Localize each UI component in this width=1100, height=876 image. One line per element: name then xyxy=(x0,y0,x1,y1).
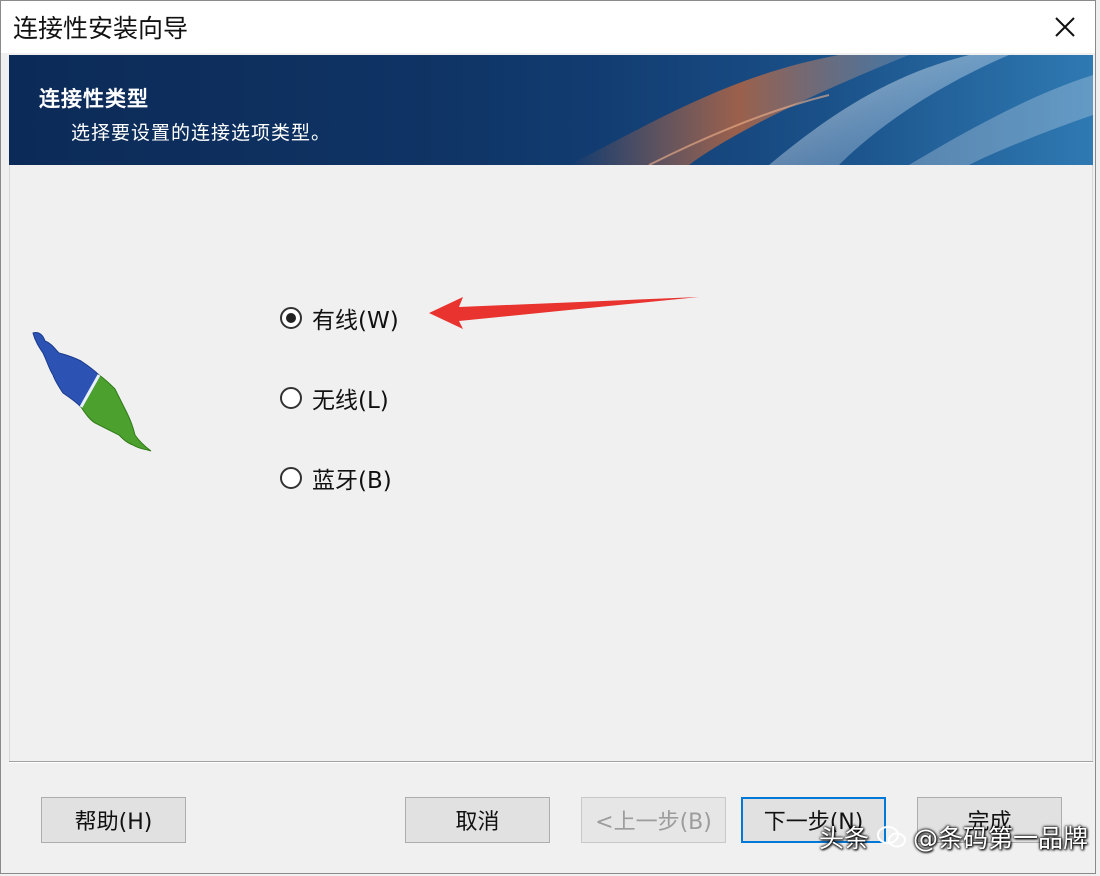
footer-separator xyxy=(9,761,1093,763)
radio-bluetooth[interactable] xyxy=(280,467,302,489)
radio-wired[interactable] xyxy=(280,307,302,329)
back-button[interactable]: <上一步(B) xyxy=(581,797,726,843)
help-button[interactable]: 帮助(H) xyxy=(41,797,186,843)
option-wireless-label: 无线(L) xyxy=(312,388,389,414)
option-wired[interactable]: 有线(W) xyxy=(280,301,399,335)
cancel-button[interactable]: 取消 xyxy=(405,797,550,843)
option-bluetooth-label: 蓝牙(B) xyxy=(312,468,392,494)
option-wireless[interactable]: 无线(L) xyxy=(280,381,389,415)
wechat-icon xyxy=(877,826,907,848)
network-plug-icon xyxy=(32,332,152,452)
watermark: 头条 @条码第一品牌 xyxy=(819,819,1088,855)
content-area xyxy=(9,165,1093,761)
window-title: 连接性安装向导 xyxy=(13,14,189,43)
option-bluetooth[interactable]: 蓝牙(B) xyxy=(280,461,392,495)
banner-subtitle: 选择要设置的连接选项类型。 xyxy=(71,122,332,144)
close-icon xyxy=(1055,17,1075,37)
red-arrow-annotation xyxy=(429,297,699,329)
close-button[interactable] xyxy=(1035,1,1095,53)
title-bar: 连接性安装向导 xyxy=(1,1,1095,53)
wizard-dialog: 连接性安装向导 连接性类型 选择要设置的连接选项类型。 有线(W) 无线(L) … xyxy=(0,0,1096,874)
watermark-prefix: 头条 xyxy=(819,824,870,853)
watermark-handle: @条码第一品牌 xyxy=(913,824,1089,853)
banner-artwork xyxy=(569,55,1093,165)
banner-title: 连接性类型 xyxy=(39,87,149,111)
option-wired-label: 有线(W) xyxy=(312,308,399,334)
header-banner: 连接性类型 选择要设置的连接选项类型。 xyxy=(9,55,1093,165)
radio-wireless[interactable] xyxy=(280,387,302,409)
